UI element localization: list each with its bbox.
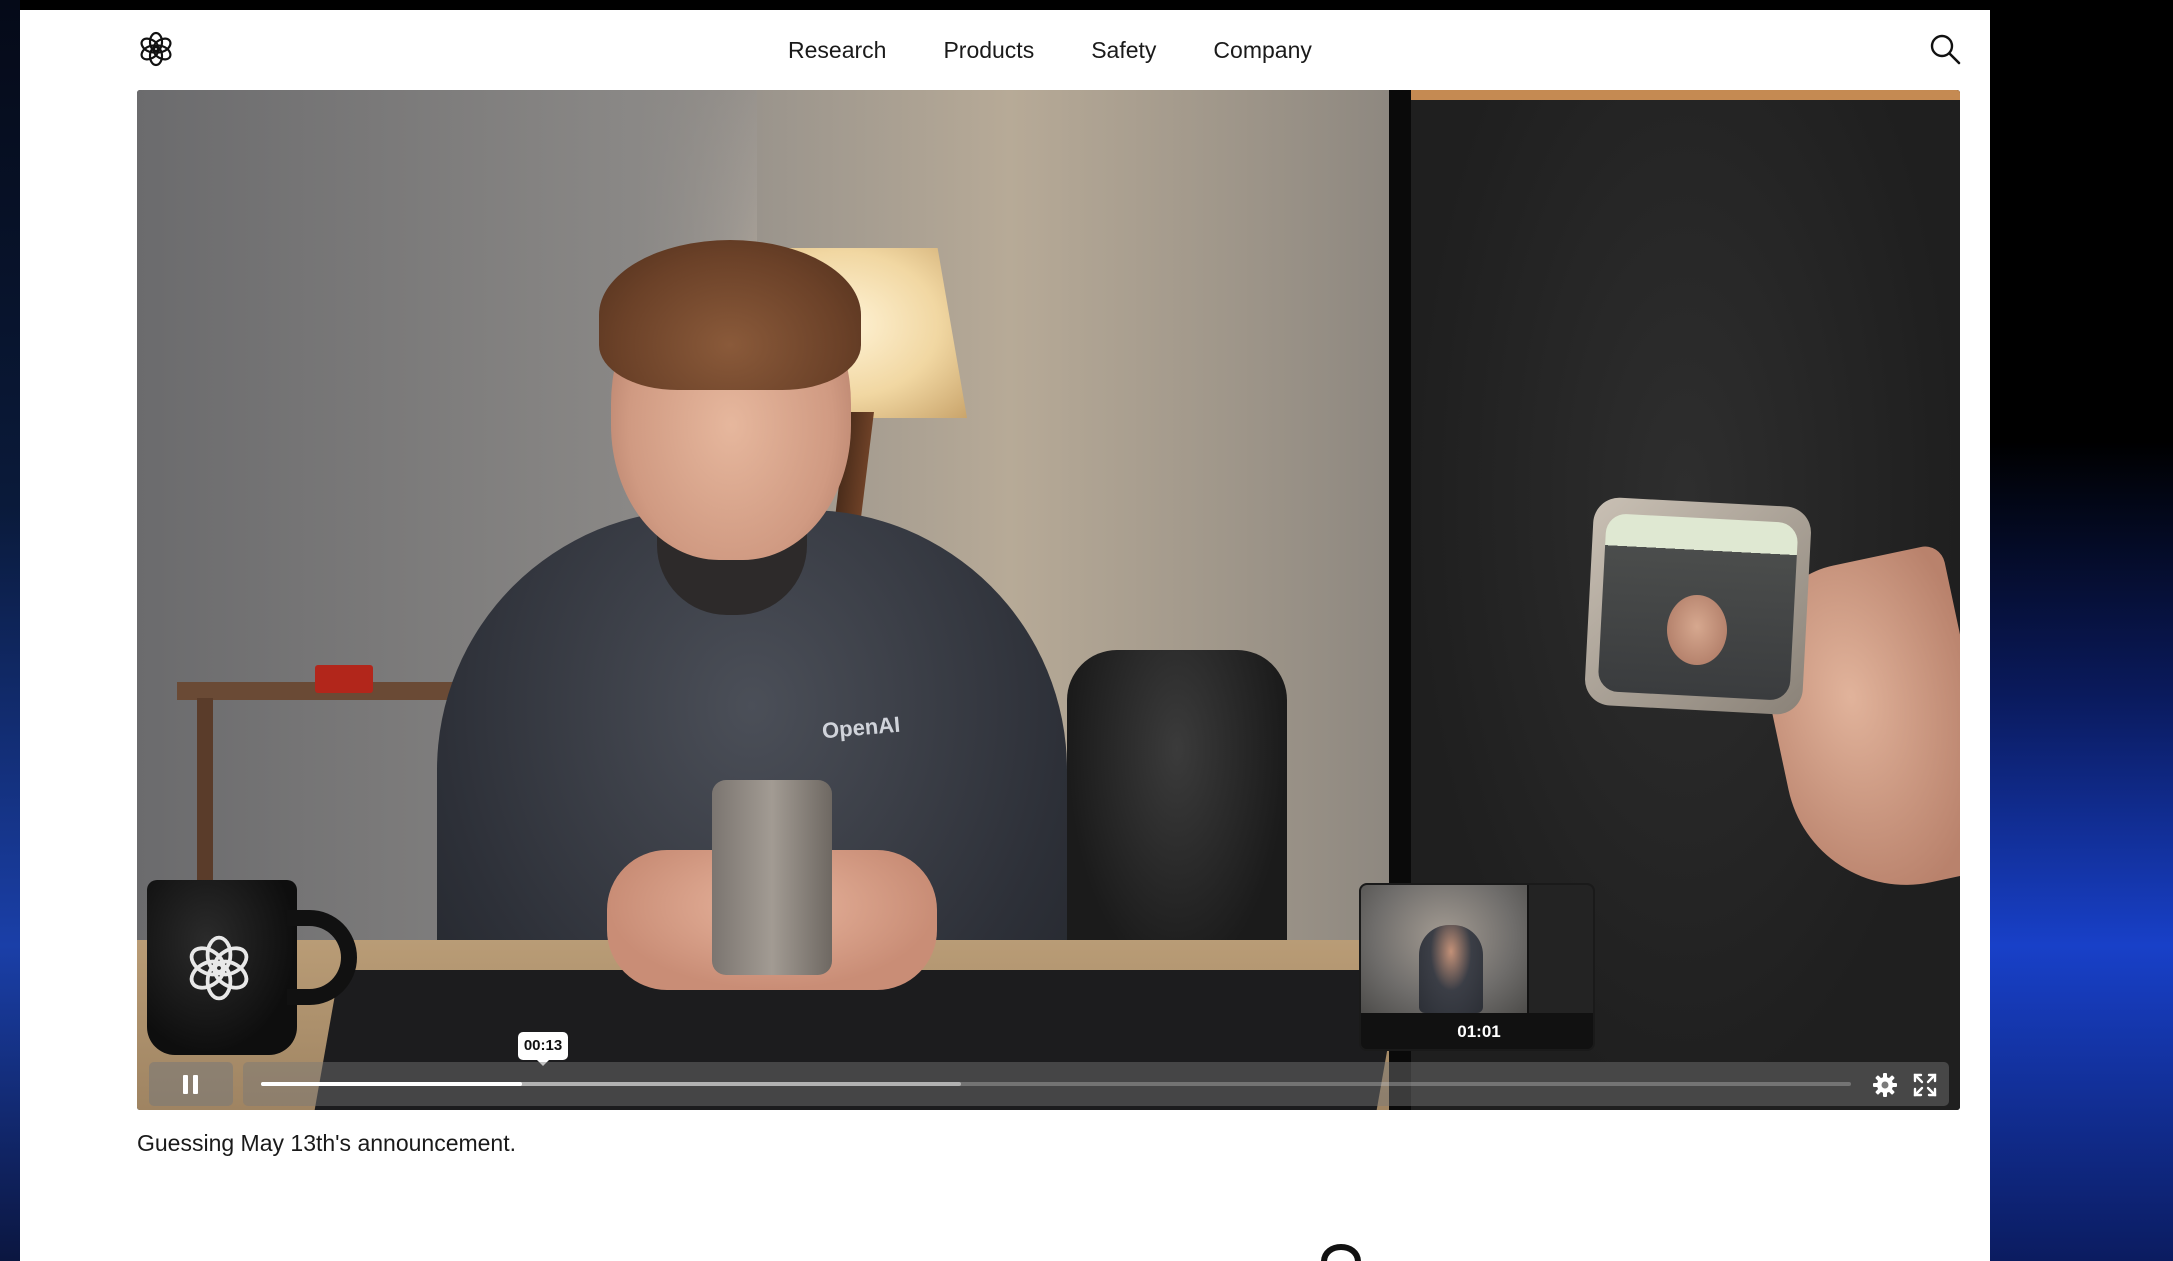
openai-logo-icon[interactable] <box>136 29 176 69</box>
web-page: Research Products Safety Company OpenAI <box>20 10 1990 1261</box>
mug-openai-logo-icon <box>181 930 257 1006</box>
pause-icon <box>183 1075 188 1094</box>
gear-icon[interactable] <box>1871 1071 1899 1099</box>
partial-heading-glyph <box>1316 1232 1366 1261</box>
preview-frame-right <box>1529 885 1593 1013</box>
seek-preview-thumbnail: 01:01 <box>1359 883 1595 1051</box>
nav-research[interactable]: Research <box>788 32 886 68</box>
video-person-hair <box>599 240 861 390</box>
preview-person <box>1419 925 1483 1013</box>
video-caption: Guessing May 13th's announcement. <box>137 1130 517 1156</box>
search-icon[interactable] <box>1928 32 1962 66</box>
preview-time: 01:01 <box>1457 1022 1501 1041</box>
video-phone <box>712 780 832 975</box>
video-controls-bar <box>243 1062 1949 1106</box>
current-time-tooltip: 00:13 <box>518 1032 568 1066</box>
video-chair <box>1067 650 1287 980</box>
video-player[interactable]: OpenAI 01:01 00:13 <box>137 90 1960 1110</box>
nav-safety[interactable]: Safety <box>1091 32 1156 68</box>
nav-products[interactable]: Products <box>943 32 1034 68</box>
desktop-top-edge <box>0 0 2173 10</box>
video-red-box <box>315 665 373 693</box>
progress-bar[interactable] <box>261 1082 1851 1086</box>
main-nav: Research Products Safety Company <box>788 32 1369 68</box>
nav-company[interactable]: Company <box>1213 32 1311 68</box>
video-right-phone-face <box>1667 595 1727 665</box>
desktop-wallpaper-left <box>0 0 20 1261</box>
fullscreen-icon[interactable] <box>1911 1071 1939 1099</box>
site-header: Research Products Safety Company <box>20 10 1990 90</box>
desktop-wallpaper-right <box>1990 0 2173 1261</box>
progress-fill <box>261 1082 522 1086</box>
pause-icon <box>193 1075 198 1094</box>
pause-button[interactable] <box>149 1062 233 1106</box>
video-right-top-strip <box>1411 90 1960 100</box>
